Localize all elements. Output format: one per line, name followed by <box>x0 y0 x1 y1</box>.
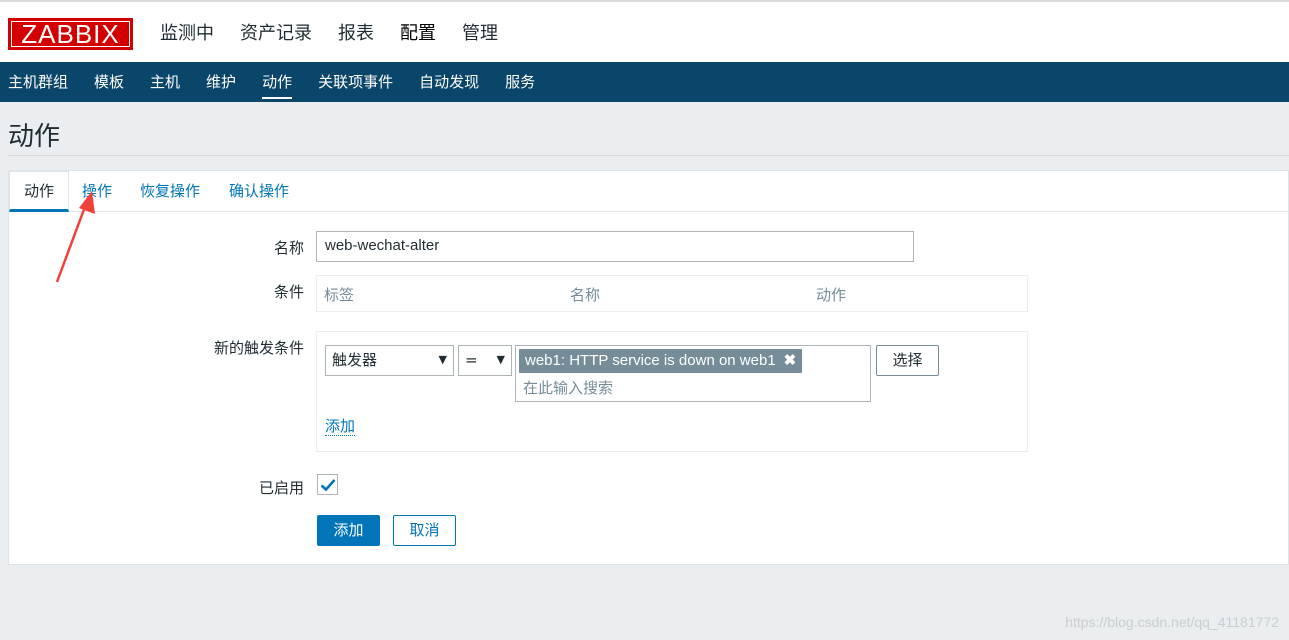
conditions-header-name: 名称 <box>570 286 601 304</box>
nav-reports[interactable]: 报表 <box>325 20 387 48</box>
page-title: 动作 <box>8 122 61 152</box>
add-button[interactable]: 添加 <box>317 515 380 546</box>
nav-monitoring[interactable]: 监测中 <box>147 20 227 48</box>
tab-acknowledge-operations[interactable]: 确认操作 <box>215 171 303 211</box>
condition-type-value: 触发器 <box>332 351 378 369</box>
enabled-label: 已启用 <box>258 479 304 497</box>
cancel-button[interactable]: 取消 <box>393 515 456 546</box>
main-nav: 监测中 资产记录 报表 配置 管理 <box>147 20 511 48</box>
new-condition-box: 触发器 ▼ = ▼ web1: HTTP service is down on … <box>316 331 1028 452</box>
top-header: ZABBIX 监测中 资产记录 报表 配置 管理 <box>0 0 1289 62</box>
subnav-discovery[interactable]: 自动发现 <box>406 62 492 102</box>
action-form-panel: 动作 操作 恢复操作 确认操作 名称 web-wechat-alter 条件 标… <box>8 170 1289 565</box>
subnav-templates[interactable]: 模板 <box>81 62 137 102</box>
remove-chip-icon[interactable]: ✖ <box>784 352 797 369</box>
selected-trigger-chip: web1: HTTP service is down on web1 ✖ <box>519 349 803 373</box>
sub-nav: 主机群组 模板 主机 维护 动作 关联项事件 自动发现 服务 <box>0 62 1289 102</box>
title-divider <box>8 155 1289 156</box>
condition-type-select[interactable]: 触发器 ▼ <box>325 345 454 376</box>
add-condition-link[interactable]: 添加 <box>325 417 356 436</box>
nav-configuration[interactable]: 配置 <box>387 20 449 48</box>
select-trigger-button[interactable]: 选择 <box>876 345 939 376</box>
tab-bar: 动作 操作 恢复操作 确认操作 <box>9 171 1289 212</box>
conditions-header-action: 动作 <box>816 286 847 304</box>
conditions-header-label: 标签 <box>324 286 355 304</box>
nav-inventory[interactable]: 资产记录 <box>227 20 325 48</box>
subnav-event-correlation[interactable]: 关联项事件 <box>305 62 406 102</box>
chevron-down-icon: ▼ <box>496 353 505 366</box>
enabled-checkbox[interactable] <box>317 474 338 495</box>
conditions-table: 标签 名称 动作 <box>316 275 1028 312</box>
trigger-multiselect[interactable]: web1: HTTP service is down on web1 ✖ 在此输入… <box>515 345 871 402</box>
zabbix-logo[interactable]: ZABBIX <box>8 18 133 50</box>
watermark: https://blog.csdn.net/qq_41181772 <box>1065 614 1279 630</box>
subnav-maintenance[interactable]: 维护 <box>193 62 249 102</box>
operator-value: = <box>465 351 478 369</box>
name-label: 名称 <box>273 239 304 257</box>
operator-select[interactable]: = ▼ <box>458 345 512 376</box>
nav-administration[interactable]: 管理 <box>449 20 511 48</box>
tab-recovery-operations[interactable]: 恢复操作 <box>126 171 214 211</box>
check-icon <box>320 479 336 492</box>
chevron-down-icon: ▼ <box>438 353 447 366</box>
new-condition-label: 新的触发条件 <box>213 339 304 357</box>
annotation-arrow-icon <box>55 191 95 283</box>
trigger-search-input[interactable]: 在此输入搜索 <box>523 377 613 398</box>
conditions-label: 条件 <box>273 283 304 301</box>
subnav-actions[interactable]: 动作 <box>249 62 305 102</box>
name-input[interactable]: web-wechat-alter <box>316 231 914 262</box>
subnav-hosts[interactable]: 主机 <box>137 62 193 102</box>
subnav-host-groups[interactable]: 主机群组 <box>0 62 81 102</box>
selected-trigger-text: web1: HTTP service is down on web1 <box>525 352 776 369</box>
subnav-services[interactable]: 服务 <box>492 62 548 102</box>
